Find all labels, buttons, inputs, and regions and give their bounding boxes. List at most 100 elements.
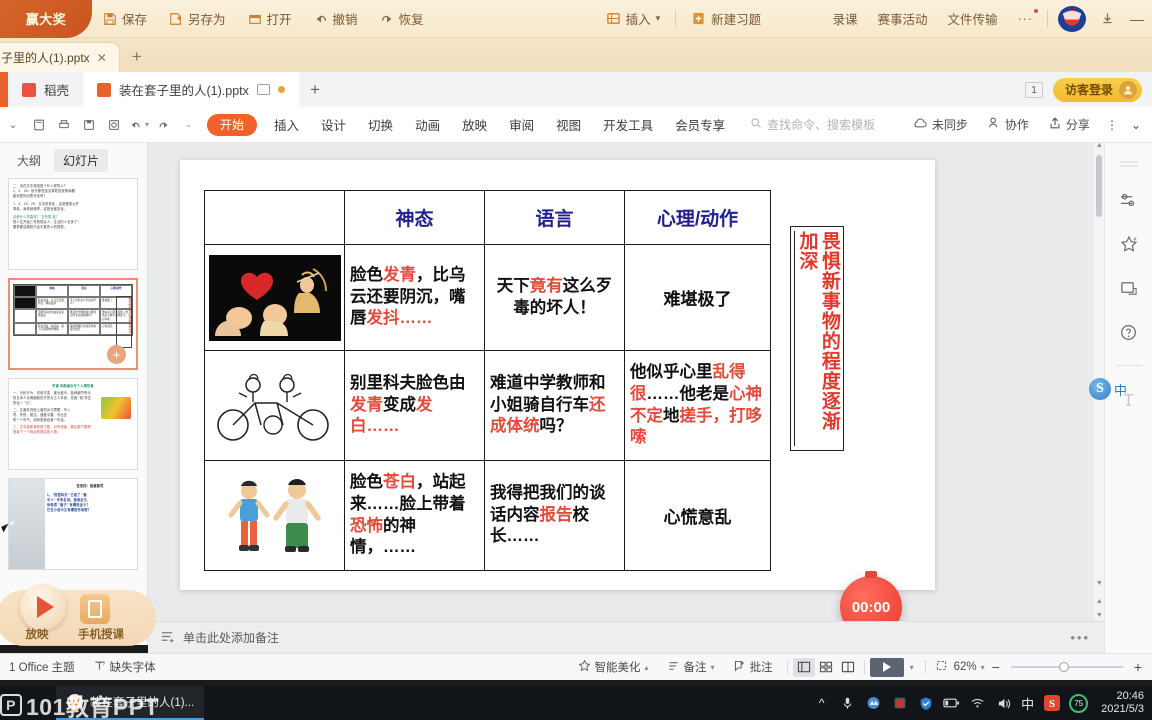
taskbar-ime-label[interactable]: 中: [1021, 694, 1034, 713]
play-options-caret[interactable]: ▾: [904, 663, 920, 672]
customize-quick-access-icon[interactable]: ⌄: [176, 107, 201, 143]
save-as-button[interactable]: 另存为: [158, 0, 237, 38]
more-options-button[interactable]: ···: [1008, 0, 1044, 38]
notes-more-icon[interactable]: •••: [1070, 630, 1090, 645]
share-button[interactable]: 分享: [1040, 107, 1098, 143]
wifi-icon[interactable]: [969, 695, 986, 712]
minimize-button[interactable]: —: [1122, 0, 1152, 38]
guest-login-button[interactable]: 访客登录: [1052, 77, 1142, 102]
wps-new-tab-button[interactable]: +: [299, 72, 331, 107]
zoom-in-button[interactable]: +: [1129, 659, 1152, 675]
new-exercise-button[interactable]: 新建习题: [680, 0, 772, 38]
new-doc-icon[interactable]: [26, 107, 51, 143]
thumbnail-slide-2[interactable]: 神态 语言 心理/动作 脸色发青，比乌云还要阴沉，嘴唇发抖 天下竟有这么歹毒的坏…: [8, 278, 138, 370]
sogou-taskbar-icon[interactable]: S: [1043, 695, 1060, 712]
spiderman-avatar-icon[interactable]: [1058, 5, 1086, 32]
ime-mode-label[interactable]: 中: [1114, 380, 1127, 399]
normal-view-icon[interactable]: [792, 657, 815, 677]
taskbar-clock[interactable]: 20:46 2021/5/3: [1097, 690, 1144, 717]
notes-pane[interactable]: 单击此处添加备注 •••: [148, 621, 1104, 653]
tab-transition[interactable]: 切换: [357, 107, 404, 143]
slide-editing-area[interactable]: 神态 语言 心理/动作 脸色发青，比乌云还要阴沉，嘴唇发抖…… 天下竟有这么歹毒…: [148, 142, 1104, 638]
ribbon-expand-icon[interactable]: ⌄: [0, 107, 26, 143]
notes-toggle-button[interactable]: 备注 ▾: [658, 659, 724, 675]
tab-design[interactable]: 设计: [310, 107, 357, 143]
previous-slide-icon[interactable]: ▲: [1096, 598, 1103, 605]
ime-floating-bar[interactable]: S 中: [1089, 378, 1127, 400]
zoom-slider-handle[interactable]: [1058, 662, 1069, 672]
redo-icon[interactable]: [151, 107, 176, 143]
sogou-logo-icon[interactable]: S: [1089, 378, 1111, 400]
character-analysis-table[interactable]: 神态 语言 心理/动作 脸色发青，比乌云还要阴沉，嘴唇发抖…… 天下竟有这么歹毒…: [204, 190, 771, 571]
tab-review[interactable]: 审阅: [498, 107, 545, 143]
thumbnail-slide-3[interactable]: 学请 你能画出写个人物形象 一、分析行为、衣着不变、被为被马、各种细节所示 的日…: [8, 378, 138, 470]
slide-sorter-icon[interactable]: [815, 658, 837, 677]
download-icon[interactable]: [1092, 0, 1122, 38]
ribbon-collapse-button[interactable]: ⌄: [1126, 107, 1146, 143]
chevron-up-icon[interactable]: ^: [813, 695, 830, 712]
tab-daoke[interactable]: 稻壳: [8, 72, 83, 107]
ribbon-overflow-button[interactable]: ⋮: [1101, 107, 1123, 143]
battery-icon[interactable]: [943, 695, 960, 712]
theme-indicator[interactable]: 1 Office 主题: [0, 659, 84, 675]
side-summary-box[interactable]: 畏惧新事物的程度逐渐加深: [790, 226, 844, 451]
record-course-button[interactable]: 录课: [822, 0, 867, 38]
print-preview-icon[interactable]: [101, 107, 126, 143]
redo-button[interactable]: 恢复: [369, 0, 435, 38]
open-button[interactable]: 打开: [237, 0, 303, 38]
tab-slides[interactable]: 幻灯片: [54, 149, 109, 172]
smart-beautify-button[interactable]: 智能美化 ▴: [569, 659, 658, 675]
start-slideshow-button[interactable]: [869, 657, 904, 677]
microphone-icon[interactable]: [839, 695, 856, 712]
battery-percent-badge[interactable]: 75: [1069, 693, 1089, 713]
comments-button[interactable]: 批注: [724, 659, 782, 675]
tab-start[interactable]: 开始: [207, 113, 258, 136]
red-shield-icon[interactable]: [891, 695, 908, 712]
sliders-icon[interactable]: [1118, 189, 1140, 211]
save-doc-icon[interactable]: [76, 107, 101, 143]
tab-view[interactable]: 视图: [545, 107, 592, 143]
doc-tab[interactable]: 子里的人(1).pptx ✕: [0, 42, 120, 72]
blue-shield-icon[interactable]: [917, 695, 934, 712]
insert-button[interactable]: 插入 ▾: [595, 0, 672, 38]
screen-share-icon[interactable]: [256, 84, 270, 95]
save-button[interactable]: 保存: [92, 0, 158, 38]
picture-frame-icon[interactable]: [1118, 277, 1140, 299]
promo-banner[interactable]: 赢大奖: [0, 0, 92, 38]
scroll-down-arrow-icon[interactable]: ▼: [1096, 580, 1103, 587]
volume-icon[interactable]: [995, 695, 1012, 712]
close-icon[interactable]: ✕: [97, 51, 107, 65]
tab-animation[interactable]: 动画: [404, 107, 451, 143]
undo-button[interactable]: 撤销: [303, 0, 369, 38]
command-search[interactable]: 查找命令、搜索模板: [750, 116, 875, 133]
page-count-badge[interactable]: 1: [1025, 81, 1043, 98]
scrollbar-thumb[interactable]: [1096, 155, 1102, 217]
scroll-up-arrow-icon[interactable]: ▲: [1096, 142, 1103, 149]
zoom-slider[interactable]: [1010, 662, 1123, 672]
undo-icon[interactable]: ▾: [126, 107, 151, 143]
zoom-out-button[interactable]: −: [987, 659, 1005, 675]
missing-font-indicator[interactable]: ? 缺失字体: [84, 659, 165, 675]
current-slide[interactable]: 神态 语言 心理/动作 脸色发青，比乌云还要阴沉，嘴唇发抖…… 天下竟有这么歹毒…: [180, 160, 935, 638]
add-slide-button[interactable]: +: [107, 345, 126, 364]
sync-status-button[interactable]: 未同步: [905, 107, 976, 143]
cloud-drive-icon[interactable]: [865, 695, 882, 712]
file-transfer-button[interactable]: 文件传输: [937, 0, 1007, 38]
tab-member[interactable]: 会员专享: [664, 107, 736, 143]
sparkle-star-icon[interactable]: [1118, 233, 1140, 255]
new-tab-button[interactable]: +: [120, 42, 154, 72]
zoom-level-label[interactable]: 62% ▾: [952, 661, 987, 673]
reading-view-icon[interactable]: [837, 658, 859, 677]
tab-developer[interactable]: 开发工具: [592, 107, 664, 143]
tab-outline[interactable]: 大纲: [8, 149, 50, 172]
help-circle-icon[interactable]: [1118, 321, 1140, 343]
collaborate-button[interactable]: 协作: [979, 107, 1037, 143]
fit-to-window-button[interactable]: [931, 659, 952, 675]
tab-active-document[interactable]: 装在套子里的人(1).pptx: [83, 72, 299, 107]
thumbnail-slide-4[interactable]: 任务四：拓展探究 1、"别里科夫" 已成了 "套 中人" 专有名词。速读全文， …: [8, 478, 138, 570]
tab-insert[interactable]: 插入: [263, 107, 310, 143]
contest-activity-button[interactable]: 赛事活动: [867, 0, 937, 38]
print-icon[interactable]: [51, 107, 76, 143]
next-slide-icon[interactable]: ▼: [1096, 612, 1103, 619]
thumbnail-slide-1[interactable]: 二、请在文中找找是个什么样的人？ 1、2、48：他令那些连名带姓的犹豫和疑 能到…: [8, 178, 138, 270]
